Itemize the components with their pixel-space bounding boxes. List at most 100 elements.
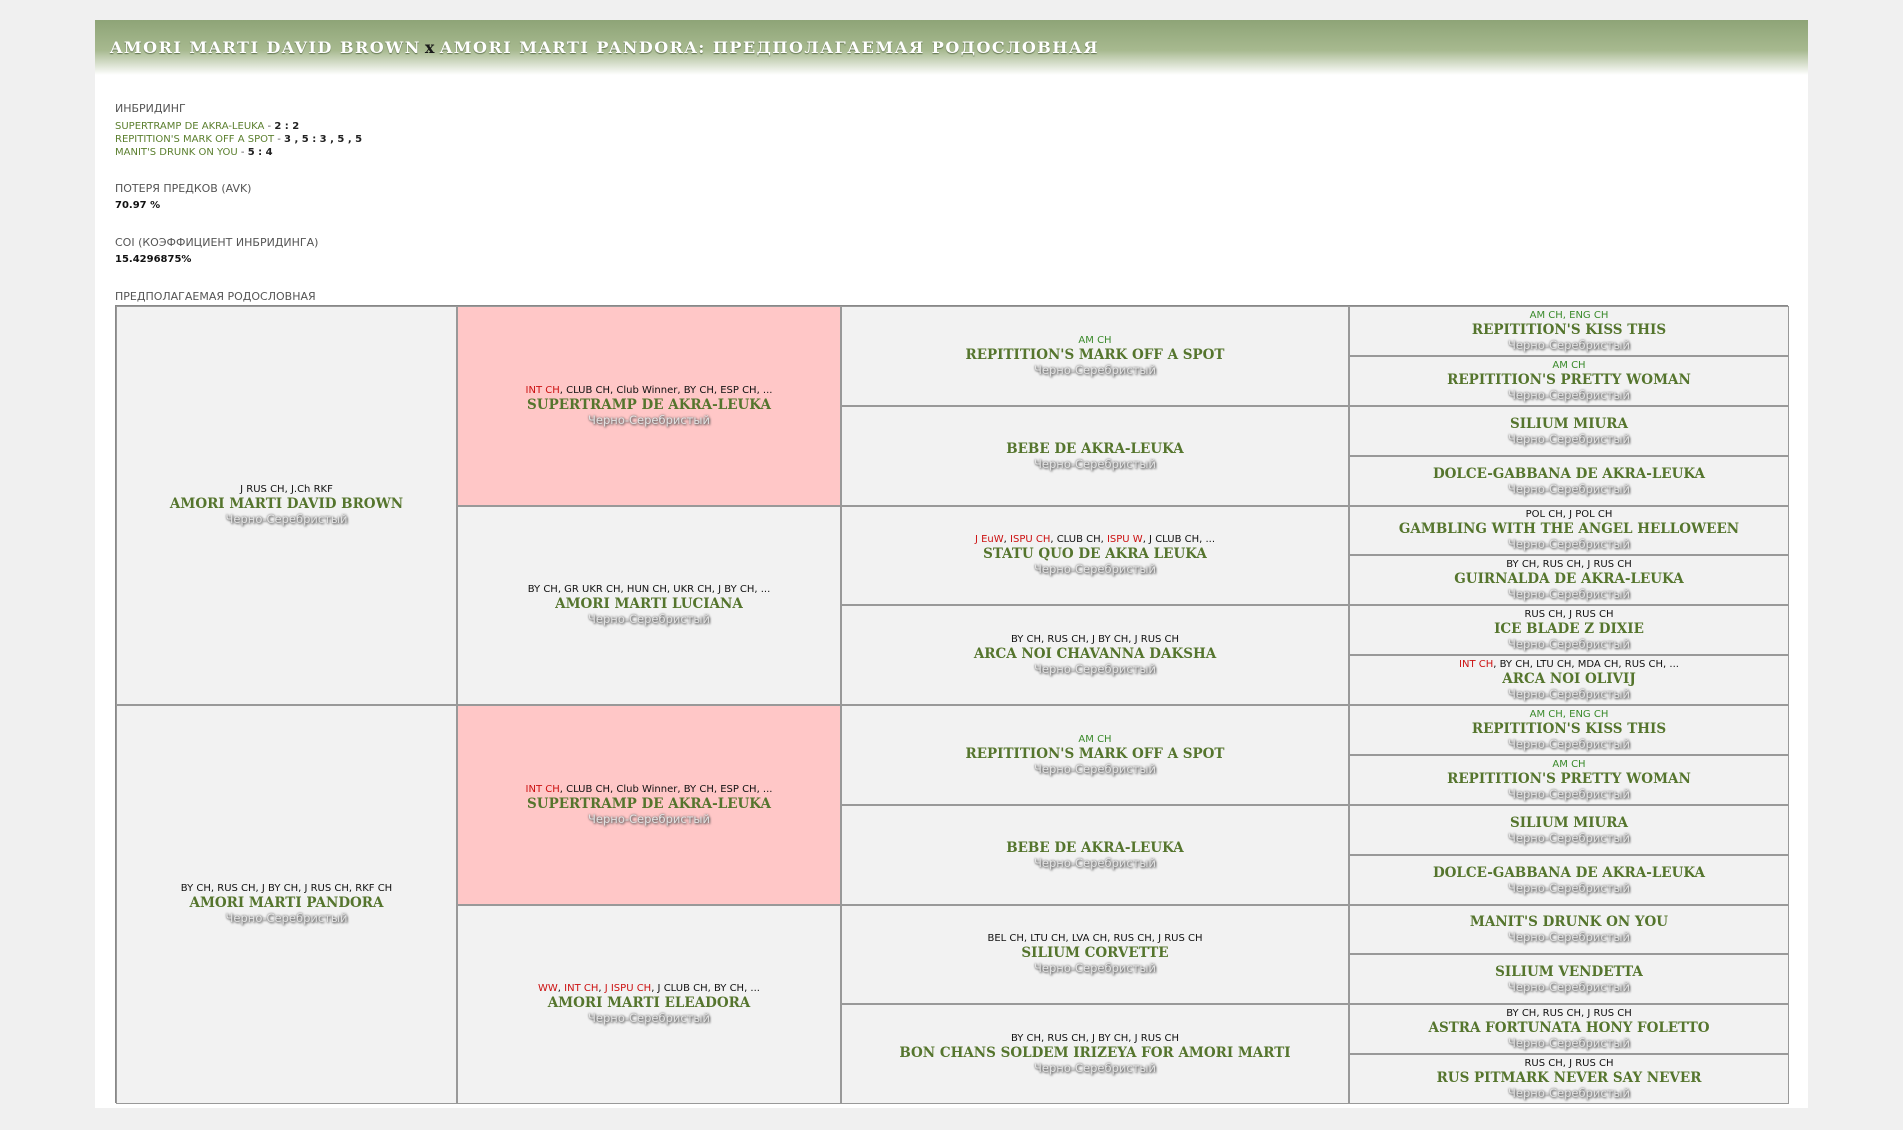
dog-titles: WW, INT CH, J ISPU CH, J CLUB CH, BY CH,… [538,983,760,995]
dog-titles: AM CH [1078,335,1111,347]
dog-name-link[interactable]: AMORI MARTI PANDORA [189,895,383,911]
pedigree-cell-gen4: AM CH, ENG CH REPITITION'S KISS THIS Черно… [1349,705,1789,755]
dog-name-link[interactable]: DOLCE-GABBANA DE AKRA-LEUKA [1433,466,1705,482]
dog-name-link[interactable]: ICE BLADE Z DIXIE [1494,621,1644,637]
title-fragment: , CLUB CH, Club Winner, BY CH, ESP CH, .… [559,384,773,396]
dog-name-link[interactable]: REPITITION'S MARK OFF A SPOT [966,347,1225,363]
dog-name-link[interactable]: GUIRNALDA DE AKRA-LEUKA [1454,571,1683,587]
pedigree-cell-gen4: RUS CH, J RUS CH ICE BLADE Z DIXIE Черно-С… [1349,605,1789,655]
pedigree-cell-gen2: INT CH, CLUB CH, Club Winner, BY CH, ESP… [457,705,841,905]
dog-name-link[interactable]: MANIT'S DRUNK ON YOU [1470,914,1668,930]
dog-titles: AM CH, ENG CH [1530,310,1609,322]
dog-name-link[interactable]: REPITITION'S MARK OFF A SPOT [966,746,1225,762]
dog-titles: BY CH, RUS CH, J BY CH, J RUS CH, RKF CH [181,883,392,895]
dog-name-link[interactable]: AMORI MARTI ELEADORA [548,995,751,1011]
title-fragment: ISPU CH [1010,534,1051,545]
dog-name-link[interactable]: AMORI MARTI LUCIANA [555,596,743,612]
dog-name-link[interactable]: BON CHANS SOLDEM IRIZEYA FOR AMORI MARTI [899,1045,1290,1061]
pedigree-cell-gen3: BY CH, RUS CH, J BY CH, J RUS CH BON CHAN… [841,1004,1349,1104]
pedigree-cell-gen4: RUS CH, J RUS CH RUS PITMARK NEVER SAY NE… [1349,1054,1789,1104]
pedigree-cell-gen3: AM CH REPITITION'S MARK OFF A SPOT Черно-С… [841,306,1349,406]
inbreeding-separator: - [237,147,248,158]
dog-name-link[interactable]: ARCA NOI OLIVIJ [1502,671,1635,687]
pedigree-cell-gen4: DOLCE-GABBANA DE AKRA-LEUKA Черно-Серебри… [1349,855,1789,905]
dog-color: Черно-Серебристый [1508,387,1630,402]
dog-name-link[interactable]: BEBE DE AKRA-LEUKA [1006,441,1184,457]
pedigree-cell-gen4: SILIUM MIURA Черно-Серебристый [1349,805,1789,855]
dog-name-link[interactable]: RUS PITMARK NEVER SAY NEVER [1437,1070,1702,1086]
pedigree-cell-gen3: BY CH, RUS CH, J BY CH, J RUS CH ARCA NOI… [841,605,1349,705]
coi-value: 15.4296875% [115,254,192,265]
dog-color: Черно-Серебристый [1508,1035,1630,1050]
pedigree-cell-gen3: J EuW, ISPU CH, CLUB CH, ISPU W, J CLUB … [841,506,1349,605]
dog-name-link[interactable]: ARCA NOI CHAVANNA DAKSHA [974,646,1216,662]
dog-name-link[interactable]: SILIUM MIURA [1510,815,1628,831]
title-fragment: , BY CH, LTU CH, MDA CH, RUS CH, ... [1493,658,1679,670]
dog-titles: AM CH [1552,759,1585,771]
title-fragment: INT CH [564,983,599,994]
sire-title-link[interactable]: AMORI MARTI DAVID BROWN [110,38,421,57]
dog-titles: RUS CH, J RUS CH [1524,1058,1613,1070]
dog-titles: RUS CH, J RUS CH [1524,609,1613,621]
dog-color: Черно-Серебристый [1034,562,1156,576]
dog-titles: AM CH [1078,734,1111,746]
dog-name-link[interactable]: REPITITION'S KISS THIS [1472,322,1666,338]
dog-name-link[interactable]: AMORI MARTI DAVID BROWN [170,496,403,512]
dog-titles: BY CH, GR UKR CH, HUN CH, UKR CH, J BY C… [528,584,771,596]
dog-titles: BY CH, RUS CH, J BY CH, J RUS CH [1011,1033,1179,1045]
dog-name-link[interactable]: SUPERTRAMP DE AKRA-LEUKA [527,397,771,413]
dog-name-link[interactable]: ASTRA FORTUNATA HONY FOLETTO [1428,1020,1709,1036]
avk-value: 70.97 % [115,200,161,211]
pedigree-cell-gen3: BEBE DE AKRA-LEUKA Черно-Серебристый [841,805,1349,905]
dog-color: Черно-Серебристый [1034,961,1156,975]
inbreeding-dog-link[interactable]: MANIT'S DRUNK ON YOU [115,147,238,158]
title-fragment: RUS CH, J RUS CH [1524,608,1614,620]
dog-name-link[interactable]: STATU QUO DE AKRA LEUKA [983,546,1207,562]
pedigree-cell-gen4: BY CH, RUS CH, J RUS CH ASTRA FORTUNATA H… [1349,1004,1789,1054]
dog-color: Черно-Серебристый [225,911,348,925]
dog-name-link[interactable]: REPITITION'S KISS THIS [1472,721,1666,737]
title-fragment: INT CH [525,783,560,795]
dog-color: Черно-Серебристый [1508,979,1630,994]
inbreeding-dog-link[interactable]: SUPERTRAMP DE AKRA-LEUKA [115,121,264,132]
coi-section: COI (КОЭФФИЦИЕНТ ИНБРИДИНГА) 15.4296875% [115,236,318,265]
dog-name-link[interactable]: SILIUM MIURA [1510,416,1628,432]
dog-color: Черно-Серебристый [1508,337,1630,352]
dog-name-link[interactable]: REPITITION'S PRETTY WOMAN [1447,372,1691,388]
dog-color: Черно-Серебристый [1034,1060,1156,1075]
title-fragment: AM CH [1552,758,1586,770]
title-fragment: AM CH [1078,334,1112,346]
dog-name-link[interactable]: BEBE DE AKRA-LEUKA [1006,840,1184,856]
coi-title: COI (КОЭФФИЦИЕНТ ИНБРИДИНГА) [115,236,319,249]
dog-color: Черно-Серебристый [1508,830,1630,845]
dog-titles: BY CH, RUS CH, J BY CH, J RUS CH [1011,634,1179,646]
dog-name-link[interactable]: DOLCE-GABBANA DE AKRA-LEUKA [1433,865,1705,881]
pedigree-cell-gen4: INT CH, BY CH, LTU CH, MDA CH, RUS CH, .… [1349,655,1789,705]
dog-titles: J EuW, ISPU CH, CLUB CH, ISPU W, J CLUB … [975,534,1215,546]
title-fragment: BY CH, RUS CH, J RUS CH [1506,558,1632,570]
dog-name-link[interactable]: GAMBLING WITH THE ANGEL HELLOWEEN [1399,521,1739,537]
dog-name-link[interactable]: SUPERTRAMP DE AKRA-LEUKA [527,796,771,812]
inbreeding-value: 3 , 5 : 3 , 5 , 5 [284,134,363,145]
dog-name-link[interactable]: REPITITION'S PRETTY WOMAN [1447,771,1691,787]
pedigree-cell-gen2: WW, INT CH, J ISPU CH, J CLUB CH, BY CH,… [457,905,841,1104]
avk-section: ПОТЕРЯ ПРЕДКОВ (AVK) 70.97 % [115,182,251,211]
dog-titles: J RUS CH, J.Ch RKF [240,484,333,496]
pedigree-cell-gen2: BY CH, GR UKR CH, HUN CH, UKR CH, J BY C… [457,506,841,705]
title-fragment: BY CH, RUS CH, J BY CH, J RUS CH, RKF CH [180,883,393,894]
dog-color: Черно-Серебристый [1508,930,1630,944]
inbreeding-dog-link[interactable]: REPITITION'S MARK OFF A SPOT [115,134,274,145]
dog-color: Черно-Серебристый [588,612,710,626]
dog-name-link[interactable]: SILIUM VENDETTA [1495,964,1643,980]
dog-color: Черно-Серебристый [1034,456,1156,471]
dog-color: Черно-Серебристый [1034,855,1156,870]
dog-name-link[interactable]: SILIUM CORVETTE [1021,945,1168,961]
dam-title-link[interactable]: AMORI MARTI PANDORA: ПРЕДПОЛАГАЕМАЯ РОДО… [440,38,1099,57]
inbreeding-separator: - [264,121,275,132]
pedigree-cell-gen4: DOLCE-GABBANA DE AKRA-LEUKA Черно-Серебри… [1349,456,1789,506]
dog-titles: INT CH, BY CH, LTU CH, MDA CH, RUS CH, .… [1459,659,1679,671]
dog-titles: BY CH, RUS CH, J RUS CH [1506,559,1632,571]
title-fragment: BY CH, GR UKR CH, HUN CH, UKR CH, J BY C… [527,584,771,595]
title-fragment: BY CH, RUS CH, J BY CH, J RUS CH [1010,633,1180,645]
dog-titles: BY CH, RUS CH, J RUS CH [1506,1008,1632,1020]
